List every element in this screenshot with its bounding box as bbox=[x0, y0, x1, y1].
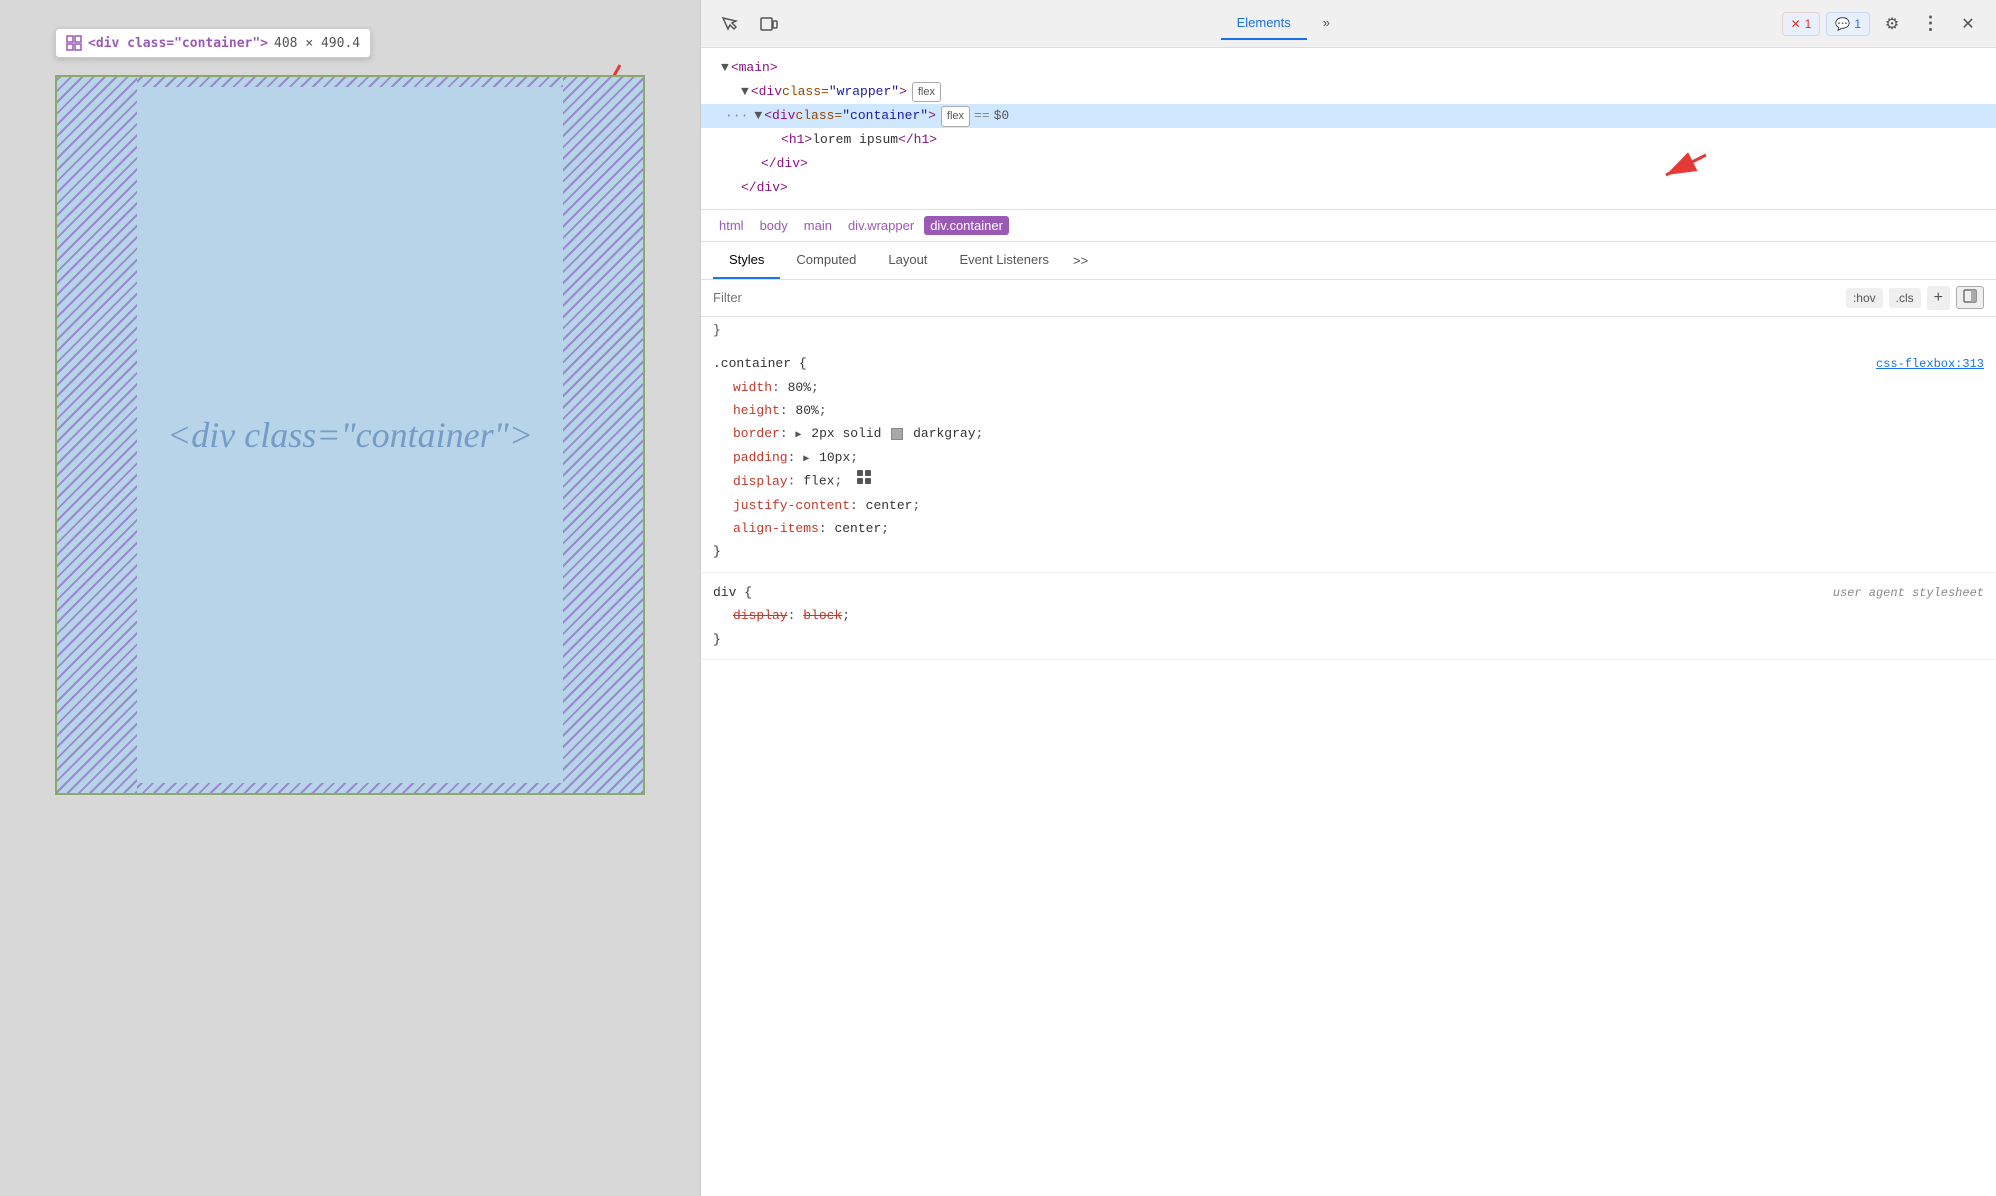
hov-button[interactable]: :hov bbox=[1846, 288, 1883, 308]
partial-rule-indicator: } bbox=[701, 317, 1996, 344]
lorem-ipsum: <div class="container"> bbox=[167, 414, 533, 456]
css-prop-border: border: ▶ 2px solid darkgray; bbox=[713, 422, 1984, 445]
css-prop-display: display: flex; bbox=[713, 469, 1984, 493]
breadcrumb-body[interactable]: body bbox=[754, 216, 794, 235]
breadcrumb-main[interactable]: main bbox=[798, 216, 838, 235]
close-devtools-icon[interactable]: ✕ bbox=[1952, 8, 1984, 40]
filter-bar: :hov .cls + bbox=[701, 280, 1996, 317]
tab-more-top[interactable]: » bbox=[1307, 7, 1346, 40]
breadcrumb-container[interactable]: div.container bbox=[924, 216, 1009, 235]
tab-styles[interactable]: Styles bbox=[713, 242, 780, 279]
padding-top-visual bbox=[137, 77, 563, 87]
settings-icon[interactable]: ⚙ bbox=[1876, 8, 1908, 40]
css-prop-height: height: 80%; bbox=[713, 399, 1984, 422]
css-prop-padding: padding: ▶ 10px; bbox=[713, 446, 1984, 469]
breadcrumb-html[interactable]: html bbox=[713, 216, 750, 235]
tab-elements[interactable]: Elements bbox=[1221, 7, 1307, 40]
wrapper-flex-badge[interactable]: flex bbox=[912, 82, 941, 103]
container-visualization: <div class="container"> bbox=[55, 75, 645, 795]
css-prop-width: width: 80%; bbox=[713, 376, 1984, 399]
message-count: 1 bbox=[1854, 17, 1861, 31]
border-expand-triangle[interactable]: ▶ bbox=[795, 430, 801, 441]
css-prop-justify-content: justify-content: center; bbox=[713, 494, 1984, 517]
css-rule-container: .container { css-flexbox:313 width: 80%;… bbox=[701, 344, 1996, 573]
container-flex-badge[interactable]: flex bbox=[941, 106, 970, 127]
error-badge[interactable]: ✕ 1 bbox=[1782, 12, 1821, 36]
tag-wrapper-open: < bbox=[751, 81, 759, 103]
cls-button[interactable]: .cls bbox=[1889, 288, 1921, 308]
tab-more-styles[interactable]: >> bbox=[1065, 243, 1096, 278]
css-rule-header: .container { css-flexbox:313 bbox=[713, 352, 1984, 376]
tab-event-listeners[interactable]: Event Listeners bbox=[943, 242, 1065, 279]
tree-row-div-close2[interactable]: </div> bbox=[701, 176, 1996, 200]
padding-bottom-visual bbox=[137, 783, 563, 793]
tag-main: <main> bbox=[731, 57, 778, 79]
css-selector-container: .container { bbox=[713, 352, 807, 375]
padding-right-visual bbox=[563, 77, 643, 793]
css-source-div: user agent stylesheet bbox=[1833, 583, 1984, 605]
css-rule-close-1: } bbox=[713, 540, 1984, 563]
tab-computed[interactable]: Computed bbox=[780, 242, 872, 279]
css-source-container[interactable]: css-flexbox:313 bbox=[1876, 354, 1984, 376]
device-toggle-icon[interactable] bbox=[753, 8, 785, 40]
tree-row-container[interactable]: ··· ▼ <div class="container"> flex == $0 bbox=[701, 104, 1996, 128]
styles-content: } .container { css-flexbox:313 width: 80… bbox=[701, 317, 1996, 1196]
message-badge[interactable]: 💬 1 bbox=[1826, 12, 1870, 36]
devtools-top-tabs: Elements » bbox=[793, 7, 1774, 40]
tree-row-wrapper[interactable]: ▼ <div class="wrapper"> flex bbox=[701, 80, 1996, 104]
tree-row-main[interactable]: ▼ <main> bbox=[701, 56, 1996, 80]
element-icon bbox=[66, 35, 82, 51]
padding-expand-triangle[interactable]: ▶ bbox=[803, 454, 809, 465]
css-rule-div-header: div { user agent stylesheet bbox=[713, 581, 1984, 605]
tag-container-open: < bbox=[764, 105, 772, 127]
dollar-zero-badge: $0 bbox=[994, 105, 1010, 127]
breadcrumb-bar: html body main div.wrapper div.container bbox=[701, 210, 1996, 242]
element-tooltip: <div class="container"> 408 × 490.4 bbox=[55, 28, 371, 58]
tooltip-dimensions: 408 × 490.4 bbox=[274, 36, 360, 51]
css-prop-align-items: align-items: center; bbox=[713, 517, 1984, 540]
tree-row-h1[interactable]: <h1>lorem ipsum</h1> bbox=[701, 128, 1996, 152]
add-style-button[interactable]: + bbox=[1927, 286, 1950, 310]
devtools-panel: Elements » ✕ 1 💬 1 ⚙ ⋮ ✕ ▼ <main> ▼ bbox=[700, 0, 1996, 1196]
css-rule-close-2: } bbox=[713, 628, 1984, 651]
more-options-icon[interactable]: ⋮ bbox=[1914, 8, 1946, 40]
filter-input[interactable] bbox=[713, 290, 1838, 305]
viewport-panel: <div class="container"> 408 × 490.4 <div… bbox=[0, 0, 700, 1196]
styles-tabs-bar: Styles Computed Layout Event Listeners >… bbox=[701, 242, 1996, 280]
inspect-icon[interactable] bbox=[713, 8, 745, 40]
flex-icon[interactable] bbox=[856, 469, 872, 493]
tooltip-element-name: <div class="container"> bbox=[88, 36, 268, 51]
tree-row-div-close1[interactable]: </div> bbox=[701, 152, 1996, 176]
breadcrumb-wrapper[interactable]: div.wrapper bbox=[842, 216, 920, 235]
darkgray-swatch[interactable] bbox=[891, 428, 903, 440]
padding-left-visual bbox=[57, 77, 137, 793]
toggle-sidebar-button[interactable] bbox=[1956, 286, 1984, 309]
filter-actions: :hov .cls + bbox=[1846, 286, 1984, 310]
css-rule-div: div { user agent stylesheet display: blo… bbox=[701, 573, 1996, 660]
elements-tree: ▼ <main> ▼ <div class="wrapper"> flex ··… bbox=[701, 48, 1996, 210]
error-count: 1 bbox=[1805, 17, 1812, 31]
tab-layout[interactable]: Layout bbox=[872, 242, 943, 279]
devtools-toolbar: Elements » ✕ 1 💬 1 ⚙ ⋮ ✕ bbox=[701, 0, 1996, 48]
css-selector-div: div { bbox=[713, 581, 752, 604]
css-prop-display-block: display: block; bbox=[713, 604, 1984, 627]
toolbar-right-section: ✕ 1 💬 1 ⚙ ⋮ ✕ bbox=[1782, 8, 1984, 40]
